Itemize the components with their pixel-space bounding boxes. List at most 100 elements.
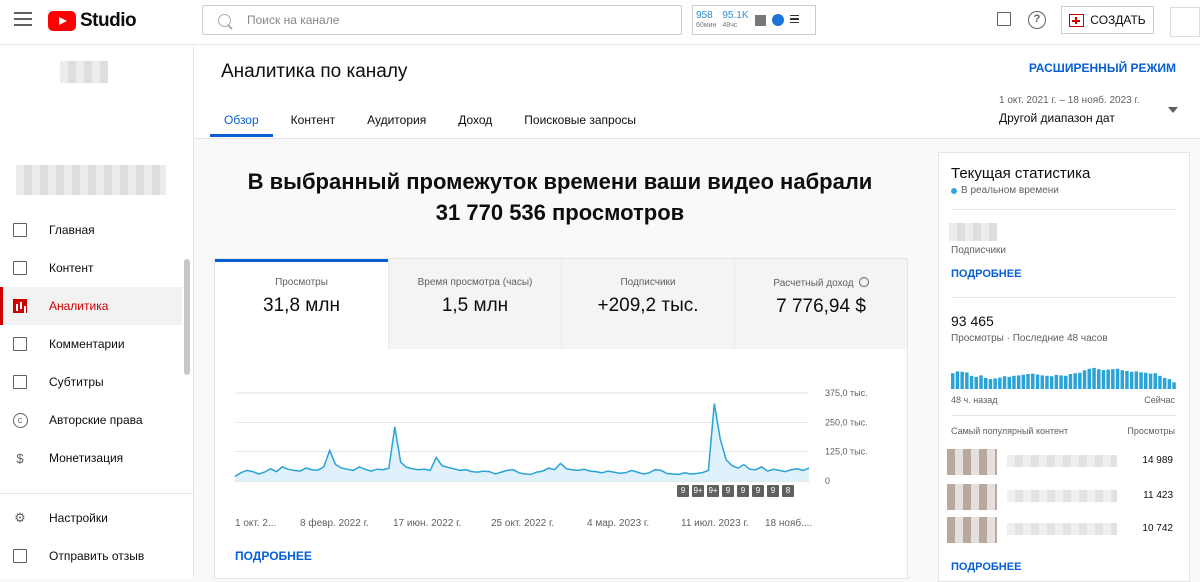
views-line-chart[interactable]: 375,0 тыс. 250,0 тыс. 125,0 тыс. 0 1 окт. 2.… — [215, 349, 907, 539]
realtime-bar-chart[interactable] — [951, 367, 1177, 389]
sidebar-scrollbar[interactable] — [184, 259, 190, 375]
realtime-title: Текущая статистика — [951, 165, 1091, 182]
channel-avatar-blurred[interactable] — [60, 61, 108, 83]
realtime-bar — [1012, 375, 1016, 389]
realtime-bar — [1016, 375, 1021, 389]
create-video-icon — [1069, 13, 1085, 27]
realtime-bar — [993, 378, 997, 389]
y-tick-label: 250,0 тыс. — [825, 417, 868, 427]
sidebar-item-dashboard[interactable]: Главная — [0, 211, 182, 249]
sidebar-item-comments[interactable]: Комментарии — [0, 325, 182, 363]
clock-icon — [858, 277, 869, 287]
tab-search-queries[interactable]: Поисковые запросы — [510, 105, 650, 137]
realtime-bar — [1002, 376, 1007, 389]
x-tick-label: 8 февр. 2022 г. — [300, 517, 369, 529]
realtime-bar — [1031, 373, 1035, 389]
video-badge[interactable]: 8 — [782, 485, 794, 497]
realtime-bar — [1054, 374, 1059, 389]
ext-menu-icon[interactable] — [789, 14, 799, 26]
popular-item[interactable]: 11 423 — [947, 484, 1177, 510]
realtime-bar — [1129, 371, 1134, 389]
sidebar-item-content[interactable]: Контент — [0, 249, 182, 287]
studio-logo[interactable]: Studio — [48, 10, 137, 32]
chart-box-icon[interactable] — [754, 14, 766, 26]
tab-overview[interactable]: Обзор — [210, 105, 273, 137]
video-thumbnail — [947, 449, 997, 475]
metric-tab-watch-time[interactable]: Время просмотра (часы) 1,5 млн — [388, 259, 561, 349]
extension-logo-icon[interactable] — [771, 14, 784, 26]
extension-widget[interactable]: 958 60мин 95.1K 48чс — [692, 5, 816, 35]
help-icon[interactable]: ? — [1028, 11, 1046, 29]
chevron-down-icon[interactable] — [1168, 107, 1178, 113]
popular-more-link[interactable]: ПОДРОБНЕЕ — [951, 561, 1021, 573]
metric-value: +209,2 тыс. — [597, 295, 699, 316]
realtime-bar — [1158, 375, 1162, 389]
sidebar-item-label: Монетизация — [49, 451, 124, 465]
popular-item[interactable]: 14 989 — [947, 449, 1177, 475]
realtime-bar — [1049, 376, 1054, 389]
avatar[interactable] — [1170, 7, 1200, 37]
more-details-link[interactable]: ПОДРОБНЕЕ — [235, 549, 312, 563]
metric-label: Подписчики — [620, 277, 676, 288]
video-badge[interactable]: 9 — [677, 485, 689, 497]
realtime-bar — [955, 371, 960, 389]
metric-label: Время просмотра (часы) — [417, 277, 533, 288]
search-icon — [218, 13, 231, 27]
metric-tab-subscribers[interactable]: Подписчики +209,2 тыс. — [561, 259, 734, 349]
popular-content-header: Самый популярный контент — [951, 426, 1069, 436]
realtime-bar — [984, 378, 988, 389]
sidebar-item-monetization[interactable]: $ Монетизация — [0, 439, 182, 477]
sidebar-item-feedback[interactable]: Отправить отзыв — [0, 537, 194, 575]
video-badge[interactable]: 9 — [767, 485, 779, 497]
comments-icon — [12, 336, 28, 352]
subscribers-label: Подписчики — [951, 245, 1007, 256]
advanced-mode-link[interactable]: РАСШИРЕННЫЙ РЕЖИМ — [1029, 61, 1176, 75]
menu-icon[interactable] — [14, 12, 32, 26]
x-tick-label: 11 июл. 2023 г. — [681, 518, 749, 529]
metric-tabs: Просмотры 31,8 млн Время просмотра (часы… — [215, 259, 907, 349]
gear-icon: ⚙ — [14, 510, 26, 525]
search-box[interactable] — [202, 5, 682, 35]
video-badge[interactable]: 9 — [722, 485, 734, 497]
popular-item[interactable]: 10 742 — [947, 517, 1177, 543]
search-input[interactable] — [247, 13, 627, 27]
video-badge[interactable]: 9 — [737, 485, 749, 497]
youtube-logo-icon — [48, 11, 76, 31]
sidebar-item-label: Авторские права — [49, 413, 143, 427]
metric-tab-views[interactable]: Просмотры 31,8 млн — [215, 259, 388, 349]
metric-tab-revenue[interactable]: Расчетный доход 7 776,94 $ — [734, 259, 907, 349]
realtime-bar — [1144, 372, 1148, 389]
date-range-picker[interactable]: 1 окт. 2021 г. – 18 нояб. 2023 г. Другой… — [999, 95, 1140, 125]
video-badge[interactable]: 9+ — [692, 485, 704, 497]
sidebar-item-settings[interactable]: ⚙ Настройки — [0, 499, 194, 537]
video-badge[interactable]: 9+ — [707, 485, 719, 497]
realtime-bar — [998, 377, 1002, 389]
sidebar-item-label: Аналитика — [49, 299, 109, 313]
realtime-bar — [1078, 372, 1082, 389]
metric-label: Расчетный доход — [773, 278, 854, 289]
realtime-bar — [1153, 373, 1157, 389]
sidebar-item-subtitles[interactable]: Субтитры — [0, 363, 182, 401]
sidebar-bottom-nav: ⚙ Настройки Отправить отзыв — [0, 499, 194, 575]
feedback-message-icon[interactable] — [997, 12, 1011, 26]
tab-content[interactable]: Контент — [277, 105, 349, 137]
realtime-bar — [1162, 378, 1167, 389]
sidebar-item-copyright[interactable]: c Авторские права — [0, 401, 182, 439]
video-badge[interactable]: 9 — [752, 485, 764, 497]
realtime-bar — [1068, 374, 1073, 389]
subtitles-icon — [12, 374, 28, 390]
realtime-bar — [979, 375, 983, 389]
ext-stat-label: 60мин — [696, 22, 717, 29]
tab-audience[interactable]: Аудитория — [353, 105, 440, 137]
subscribers-more-link[interactable]: ПОДРОБНЕЕ — [951, 268, 1021, 280]
create-button[interactable]: СОЗДАТЬ — [1061, 6, 1154, 34]
axis-end-label: Сейчас — [1144, 395, 1175, 405]
axis-start-label: 48 ч. назад — [951, 395, 998, 405]
sidebar-item-analytics[interactable]: Аналитика — [0, 287, 182, 325]
realtime-bar — [1134, 371, 1139, 389]
video-title-blurred — [1007, 523, 1117, 535]
tab-revenue[interactable]: Доход — [444, 105, 506, 137]
sidebar-item-label: Настройки — [49, 511, 108, 525]
headline-total-views: 31 770 536 просмотров — [435, 200, 685, 225]
realtime-bar — [1064, 375, 1068, 389]
